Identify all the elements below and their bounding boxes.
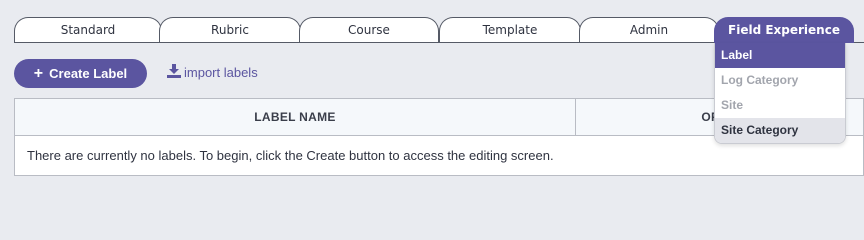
download-icon (167, 63, 181, 81)
dropdown-item-log-category[interactable]: Log Category (715, 68, 845, 93)
create-label-button[interactable]: + Create Label (14, 59, 147, 88)
column-header-label-name[interactable]: LABEL NAME (15, 99, 576, 135)
tab-bar: Standard Rubric Course Template Admin Fi… (14, 17, 864, 43)
tab-standard[interactable]: Standard (14, 17, 162, 42)
dropdown-item-label[interactable]: Label (715, 43, 845, 68)
dropdown-item-site[interactable]: Site (715, 93, 845, 118)
label-admin-page: Standard Rubric Course Template Admin Fi… (0, 0, 864, 204)
import-labels-text: import labels (184, 64, 258, 80)
field-experience-dropdown: Label Log Category Site Site Category (714, 43, 846, 144)
create-label-text: Create Label (49, 66, 128, 81)
dropdown-item-site-category[interactable]: Site Category (715, 118, 845, 143)
import-labels-link[interactable]: import labels (167, 63, 258, 81)
empty-state-message: There are currently no labels. To begin,… (27, 148, 554, 163)
tab-field-experience[interactable]: Field Experience (714, 17, 854, 43)
tab-rubric[interactable]: Rubric (159, 17, 301, 42)
tab-template[interactable]: Template (439, 17, 581, 42)
tab-admin[interactable]: Admin (579, 17, 719, 42)
plus-icon: + (33, 64, 44, 82)
tab-course[interactable]: Course (299, 17, 439, 42)
